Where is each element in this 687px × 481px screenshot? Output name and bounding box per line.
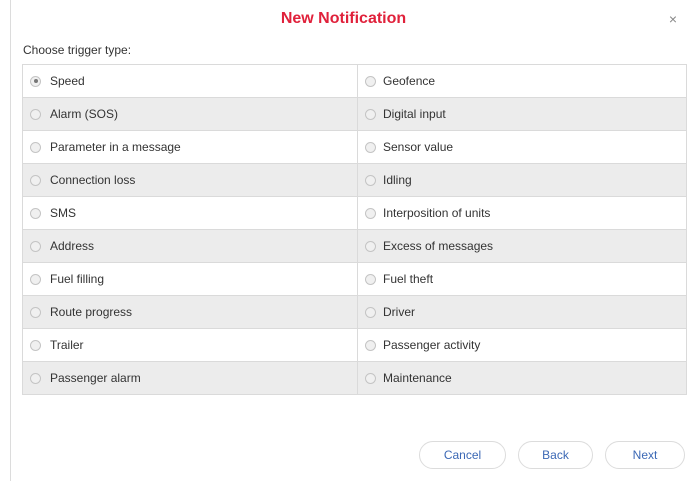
- table-row: Alarm (SOS) Digital input: [22, 97, 687, 131]
- table-row: Address Excess of messages: [22, 229, 687, 263]
- trigger-type-prompt: Choose trigger type:: [23, 43, 132, 57]
- back-button[interactable]: Back: [518, 441, 593, 469]
- table-row: Passenger alarm Maintenance: [22, 361, 687, 395]
- trigger-option-interposition-of-units[interactable]: Interposition of units: [357, 196, 687, 230]
- radio-icon[interactable]: [365, 240, 376, 252]
- radio-icon[interactable]: [30, 372, 41, 384]
- radio-icon[interactable]: [365, 75, 376, 87]
- trigger-option-label: Interposition of units: [383, 206, 491, 220]
- trigger-option-label: Fuel filling: [50, 272, 105, 286]
- radio-icon[interactable]: [365, 306, 376, 318]
- radio-icon[interactable]: [365, 141, 376, 153]
- radio-icon[interactable]: [30, 240, 41, 252]
- trigger-option-digital-input[interactable]: Digital input: [357, 97, 687, 131]
- radio-icon[interactable]: [365, 372, 376, 384]
- trigger-option-excess-of-messages[interactable]: Excess of messages: [357, 229, 687, 263]
- radio-icon[interactable]: [30, 207, 41, 219]
- trigger-option-label: Sensor value: [383, 140, 454, 154]
- trigger-option-label: Idling: [383, 173, 412, 187]
- dialog-title: New Notification: [280, 10, 407, 27]
- new-notification-dialog: New Notification × Choose trigger type: …: [0, 0, 687, 481]
- trigger-option-label: Parameter in a message: [50, 140, 181, 154]
- trigger-option-label: Route progress: [50, 305, 133, 319]
- radio-icon[interactable]: [365, 339, 376, 351]
- trigger-option-geofence[interactable]: Geofence: [357, 64, 687, 98]
- trigger-option-maintenance[interactable]: Maintenance: [357, 361, 687, 395]
- trigger-option-label: Geofence: [383, 74, 436, 88]
- trigger-option-label: Passenger activity: [383, 338, 481, 352]
- trigger-option-label: Address: [50, 239, 95, 253]
- table-row: Fuel filling Fuel theft: [22, 262, 687, 296]
- cancel-button[interactable]: Cancel: [419, 441, 506, 469]
- trigger-option-label: Fuel theft: [383, 272, 434, 286]
- trigger-option-parameter-in-message[interactable]: Parameter in a message: [22, 130, 358, 164]
- trigger-option-speed[interactable]: Speed: [22, 64, 358, 98]
- trigger-option-fuel-filling[interactable]: Fuel filling: [22, 262, 358, 296]
- radio-icon[interactable]: [365, 108, 376, 120]
- trigger-option-label: Driver: [383, 305, 415, 319]
- trigger-option-passenger-alarm[interactable]: Passenger alarm: [22, 361, 358, 395]
- trigger-option-route-progress[interactable]: Route progress: [22, 295, 358, 329]
- next-button[interactable]: Next: [605, 441, 685, 469]
- dialog-button-bar: Cancel Back Next: [419, 441, 685, 469]
- trigger-option-alarm-sos[interactable]: Alarm (SOS): [22, 97, 358, 131]
- radio-icon[interactable]: [365, 273, 376, 285]
- radio-icon[interactable]: [365, 174, 376, 186]
- trigger-option-label: Connection loss: [50, 173, 136, 187]
- trigger-option-label: Speed: [50, 74, 85, 88]
- radio-icon[interactable]: [30, 108, 41, 120]
- trigger-option-label: Trailer: [50, 338, 84, 352]
- trigger-option-label: Passenger alarm: [50, 371, 141, 385]
- radio-icon[interactable]: [365, 207, 376, 219]
- trigger-option-sms[interactable]: SMS: [22, 196, 358, 230]
- close-icon[interactable]: ×: [669, 12, 677, 26]
- trigger-option-connection-loss[interactable]: Connection loss: [22, 163, 358, 197]
- radio-icon[interactable]: [30, 339, 41, 351]
- trigger-option-trailer[interactable]: Trailer: [22, 328, 358, 362]
- radio-icon[interactable]: [30, 174, 41, 186]
- table-row: Trailer Passenger activity: [22, 328, 687, 362]
- table-row: SMS Interposition of units: [22, 196, 687, 230]
- trigger-option-address[interactable]: Address: [22, 229, 358, 263]
- radio-icon[interactable]: [30, 141, 41, 153]
- radio-selected-icon[interactable]: [30, 75, 41, 87]
- trigger-option-fuel-theft[interactable]: Fuel theft: [357, 262, 687, 296]
- trigger-option-passenger-activity[interactable]: Passenger activity: [357, 328, 687, 362]
- trigger-option-sensor-value[interactable]: Sensor value: [357, 130, 687, 164]
- radio-icon[interactable]: [30, 273, 41, 285]
- trigger-option-label: Maintenance: [383, 371, 452, 385]
- trigger-option-idling[interactable]: Idling: [357, 163, 687, 197]
- trigger-option-label: Alarm (SOS): [50, 107, 119, 121]
- table-row: Route progress Driver: [22, 295, 687, 329]
- table-row: Speed Geofence: [22, 64, 687, 98]
- trigger-option-label: Digital input: [383, 107, 446, 121]
- radio-icon[interactable]: [30, 306, 41, 318]
- trigger-option-label: Excess of messages: [383, 239, 494, 253]
- trigger-option-driver[interactable]: Driver: [357, 295, 687, 329]
- trigger-option-label: SMS: [50, 206, 77, 220]
- table-row: Connection loss Idling: [22, 163, 687, 197]
- trigger-type-grid: Speed Geofence Alarm (SOS) Digital input…: [22, 64, 687, 395]
- table-row: Parameter in a message Sensor value: [22, 130, 687, 164]
